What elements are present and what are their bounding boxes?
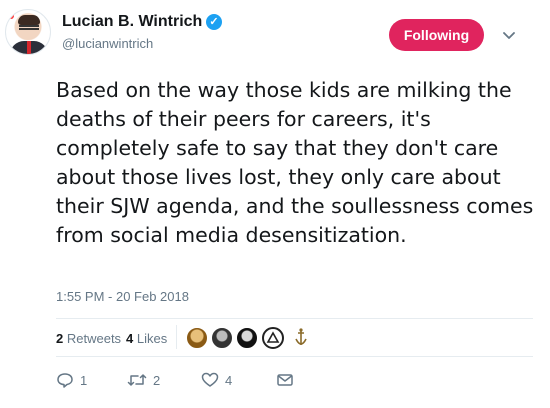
reply-button[interactable]: 1 — [56, 371, 87, 391]
direct-message-icon — [277, 374, 293, 386]
divider — [56, 356, 533, 357]
likes-stat-count: 4 — [126, 331, 134, 346]
following-button[interactable]: Following — [389, 19, 484, 51]
retweet-count: 2 — [153, 372, 161, 388]
like-button[interactable]: 4 — [201, 371, 232, 391]
retweets-stat-label: Retweets — [66, 331, 122, 346]
likes-stat-label: Likes — [136, 331, 168, 346]
reply-count: 1 — [80, 372, 88, 388]
verified-badge-icon: ✓ — [206, 14, 222, 30]
tweet-card: Lucian B. Wintrich ✓ @lucianwintrich Fol… — [0, 0, 550, 408]
liker-avatar[interactable] — [236, 327, 258, 349]
retweets-stat-count: 2 — [56, 331, 64, 346]
liker-avatar[interactable] — [292, 327, 314, 349]
reply-icon — [57, 373, 73, 388]
user-avatar[interactable] — [5, 9, 51, 55]
divider — [56, 318, 533, 319]
chevron-down-icon[interactable] — [499, 25, 519, 45]
retweets-stat[interactable]: 2 Retweets — [56, 331, 121, 346]
like-count: 4 — [225, 372, 233, 388]
direct-message-button[interactable] — [276, 371, 294, 391]
heart-icon — [201, 372, 219, 387]
likes-stat[interactable]: 4 Likes — [126, 331, 167, 346]
retweet-icon — [127, 374, 147, 386]
tweet-timestamp[interactable]: 1:55 PM - 20 Feb 2018 — [56, 289, 189, 304]
user-display-name[interactable]: Lucian B. Wintrich — [62, 13, 202, 31]
retweet-button[interactable]: 2 — [127, 371, 160, 391]
user-handle[interactable]: @lucianwintrich — [62, 36, 153, 51]
stats-separator — [176, 325, 177, 349]
liker-avatar[interactable] — [186, 327, 208, 349]
liker-avatar[interactable] — [211, 327, 233, 349]
tweet-text: Based on the way those kids are milking … — [56, 78, 534, 247]
liker-avatar[interactable] — [262, 327, 284, 349]
